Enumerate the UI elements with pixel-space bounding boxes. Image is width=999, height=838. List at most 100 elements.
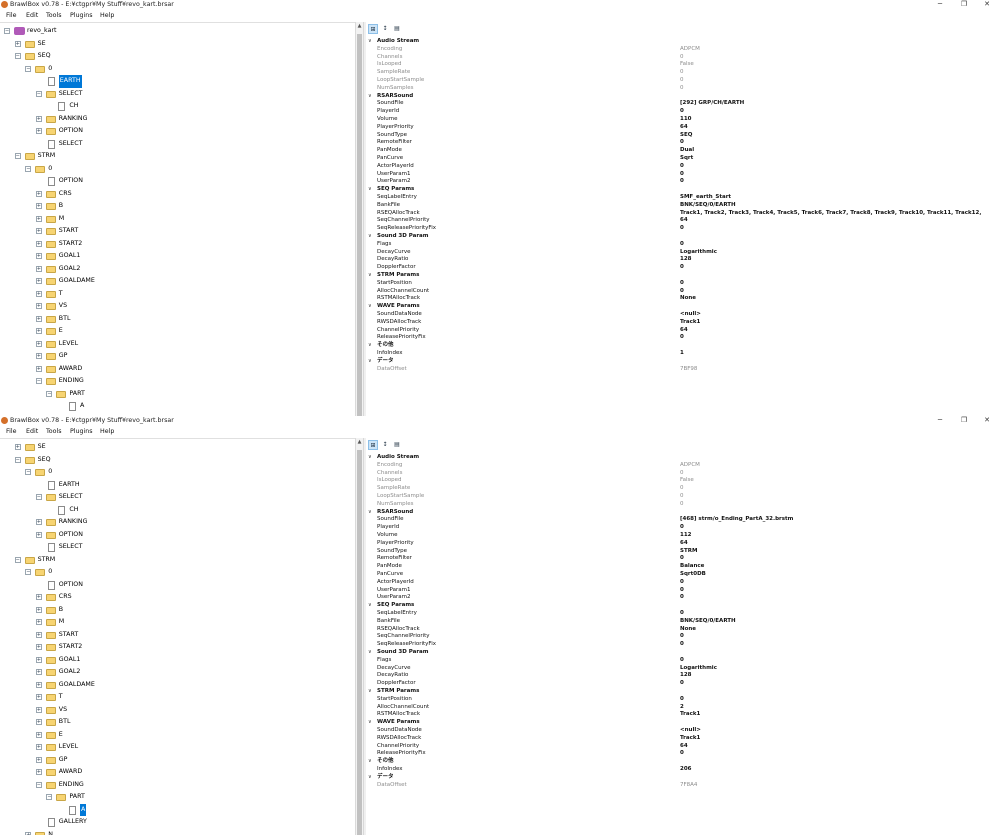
property-value[interactable]: 64	[680, 327, 688, 335]
tree-node-label[interactable]: GALLERY	[59, 816, 87, 829]
property-value[interactable]: Sqrt0DB	[680, 571, 706, 579]
property-value[interactable]: 0	[680, 657, 684, 665]
property-row[interactable]: ReleasePriorityFix 0	[366, 334, 999, 342]
tree-node-label[interactable]: E	[59, 729, 63, 742]
tree-node[interactable]: + GOAL2	[0, 263, 355, 276]
property-value[interactable]: Logarithmic	[680, 665, 717, 673]
tree-node[interactable]: − SEQ	[0, 454, 355, 467]
property-row[interactable]: NumSamples 0	[366, 85, 999, 93]
tree-node[interactable]: + START	[0, 225, 355, 238]
expand-icon[interactable]: +	[35, 706, 42, 713]
collapse-category-icon[interactable]: ∨	[368, 719, 376, 727]
collapse-icon[interactable]: −	[25, 469, 32, 475]
property-value[interactable]: 0	[680, 524, 684, 532]
tree-node[interactable]: + AWARD	[0, 766, 355, 779]
property-row[interactable]: SoundFile [468] strm/o_Ending_PartA_32.br…	[366, 516, 999, 524]
expand-icon[interactable]: +	[35, 203, 42, 209]
tree-node[interactable]: + B	[0, 604, 355, 617]
tree-node-label[interactable]: PART	[69, 388, 84, 401]
tree-node[interactable]: + GOAL1	[0, 654, 355, 667]
expand-icon[interactable]: +	[35, 228, 42, 234]
tree-node[interactable]: EARTH	[0, 479, 355, 492]
property-category[interactable]: ∨ その他	[366, 342, 999, 350]
tree-node-label[interactable]: AWARD	[59, 363, 82, 376]
collapse-icon[interactable]: −	[25, 65, 32, 72]
tree-node-label[interactable]: START2	[59, 238, 82, 251]
tree-node-label[interactable]: GP	[59, 754, 68, 767]
property-row[interactable]: ChannelPriority 64	[366, 743, 999, 751]
property-value[interactable]: 0	[680, 680, 684, 688]
collapse-category-icon[interactable]: ∨	[368, 602, 376, 610]
collapse-category-icon[interactable]: ∨	[368, 688, 376, 696]
tree-node-label[interactable]: A	[80, 400, 84, 413]
collapse-category-icon[interactable]: ∨	[368, 272, 376, 280]
property-row[interactable]: DecayCurve Logarithmic	[366, 249, 999, 257]
tree-node[interactable]: − ENDING	[0, 779, 355, 792]
property-row[interactable]: InfoIndex 206	[366, 766, 999, 774]
collapse-icon[interactable]: −	[35, 90, 42, 97]
minimize-button[interactable]: ─	[928, 0, 952, 9]
expand-icon[interactable]: +	[35, 353, 42, 359]
property-row[interactable]: LoopStartSample 0	[366, 493, 999, 501]
property-value[interactable]: Track1	[680, 711, 700, 719]
property-row[interactable]: SeqReleasePriorityFix 0	[366, 225, 999, 233]
tree-node[interactable]: + OPTION	[0, 529, 355, 542]
property-row[interactable]: ChannelPriority 64	[366, 327, 999, 335]
property-row[interactable]: DopplerFactor 0	[366, 264, 999, 272]
expand-icon[interactable]: +	[35, 669, 42, 675]
property-row[interactable]: ActorPlayerId 0	[366, 163, 999, 171]
property-row[interactable]: Flags 0	[366, 657, 999, 665]
tree-node[interactable]: + SE	[0, 38, 355, 51]
tree-node-label[interactable]: STRM	[38, 150, 56, 163]
expand-icon[interactable]: +	[14, 40, 21, 47]
tree-node[interactable]: + BTL	[0, 716, 355, 729]
alphabetical-sort-icon[interactable]: ↕	[380, 440, 390, 450]
expand-icon[interactable]: +	[35, 694, 42, 700]
tree-node[interactable]: −0	[0, 566, 355, 579]
collapse-icon[interactable]: −	[46, 390, 53, 397]
tree-node-label[interactable]: SELECT	[59, 138, 83, 151]
expand-icon[interactable]: +	[35, 594, 42, 600]
property-row[interactable]: UserParam1 0	[366, 171, 999, 179]
tree-node[interactable]: + CRS	[0, 591, 355, 604]
tree-node[interactable]: + RANKING	[0, 516, 355, 529]
scrollbar-thumb[interactable]	[357, 450, 362, 835]
property-row[interactable]: RSEQAllocTrack Track1, Track2, Track3, Tr…	[366, 210, 999, 218]
property-row[interactable]: SoundType STRM	[366, 548, 999, 556]
property-category[interactable]: ∨ WAVE Params	[366, 719, 999, 727]
property-value[interactable]: STRM	[680, 548, 697, 556]
property-value[interactable]: [292] GRP/CH/EARTH	[680, 100, 744, 108]
property-category[interactable]: ∨ Audio Stream	[366, 38, 999, 46]
property-value[interactable]: 0	[680, 579, 684, 587]
property-row[interactable]: PlayerId 0	[366, 108, 999, 116]
property-row[interactable]: BankFile BNK/SEQ/0/EARTH	[366, 618, 999, 626]
tree-node[interactable]: SELECT	[0, 138, 355, 151]
property-category[interactable]: ∨ Sound 3D Param	[366, 233, 999, 241]
tree-node-label[interactable]: GP	[59, 350, 68, 363]
property-value[interactable]: 1	[680, 350, 684, 358]
collapse-category-icon[interactable]: ∨	[368, 758, 376, 766]
tree-node[interactable]: GALLERY	[0, 816, 355, 829]
property-pages-icon[interactable]: ▤	[392, 24, 402, 34]
expand-icon[interactable]: +	[35, 215, 42, 222]
property-category[interactable]: ∨ SEQ Params	[366, 186, 999, 194]
tree-node-label[interactable]: SELECT	[59, 88, 83, 101]
collapse-icon[interactable]: −	[4, 28, 10, 34]
tree-node-label[interactable]: SE	[38, 441, 46, 454]
property-value[interactable]: 0	[680, 641, 684, 649]
property-row[interactable]: Volume 112	[366, 532, 999, 540]
property-row[interactable]: SoundDataNode <null>	[366, 311, 999, 319]
tree-node-label[interactable]: SEQ	[38, 454, 51, 467]
property-row[interactable]: SeqLabelEntry SMF_earth_Start	[366, 194, 999, 202]
property-value[interactable]: 0	[680, 264, 684, 272]
property-row[interactable]: PanCurve Sqrt	[366, 155, 999, 163]
property-row[interactable]: AllocChannelCount 2	[366, 704, 999, 712]
property-pages-icon[interactable]: ▤	[392, 440, 402, 450]
property-value[interactable]: None	[680, 295, 696, 303]
tree-node-label[interactable]: GOALDAME	[59, 679, 95, 692]
tree-node-label[interactable]: BTL	[59, 313, 71, 326]
menu-help[interactable]: Help	[100, 10, 114, 21]
property-row[interactable]: AllocChannelCount 0	[366, 288, 999, 296]
collapse-category-icon[interactable]: ∨	[368, 774, 376, 782]
tree-node[interactable]: CH	[0, 504, 355, 517]
